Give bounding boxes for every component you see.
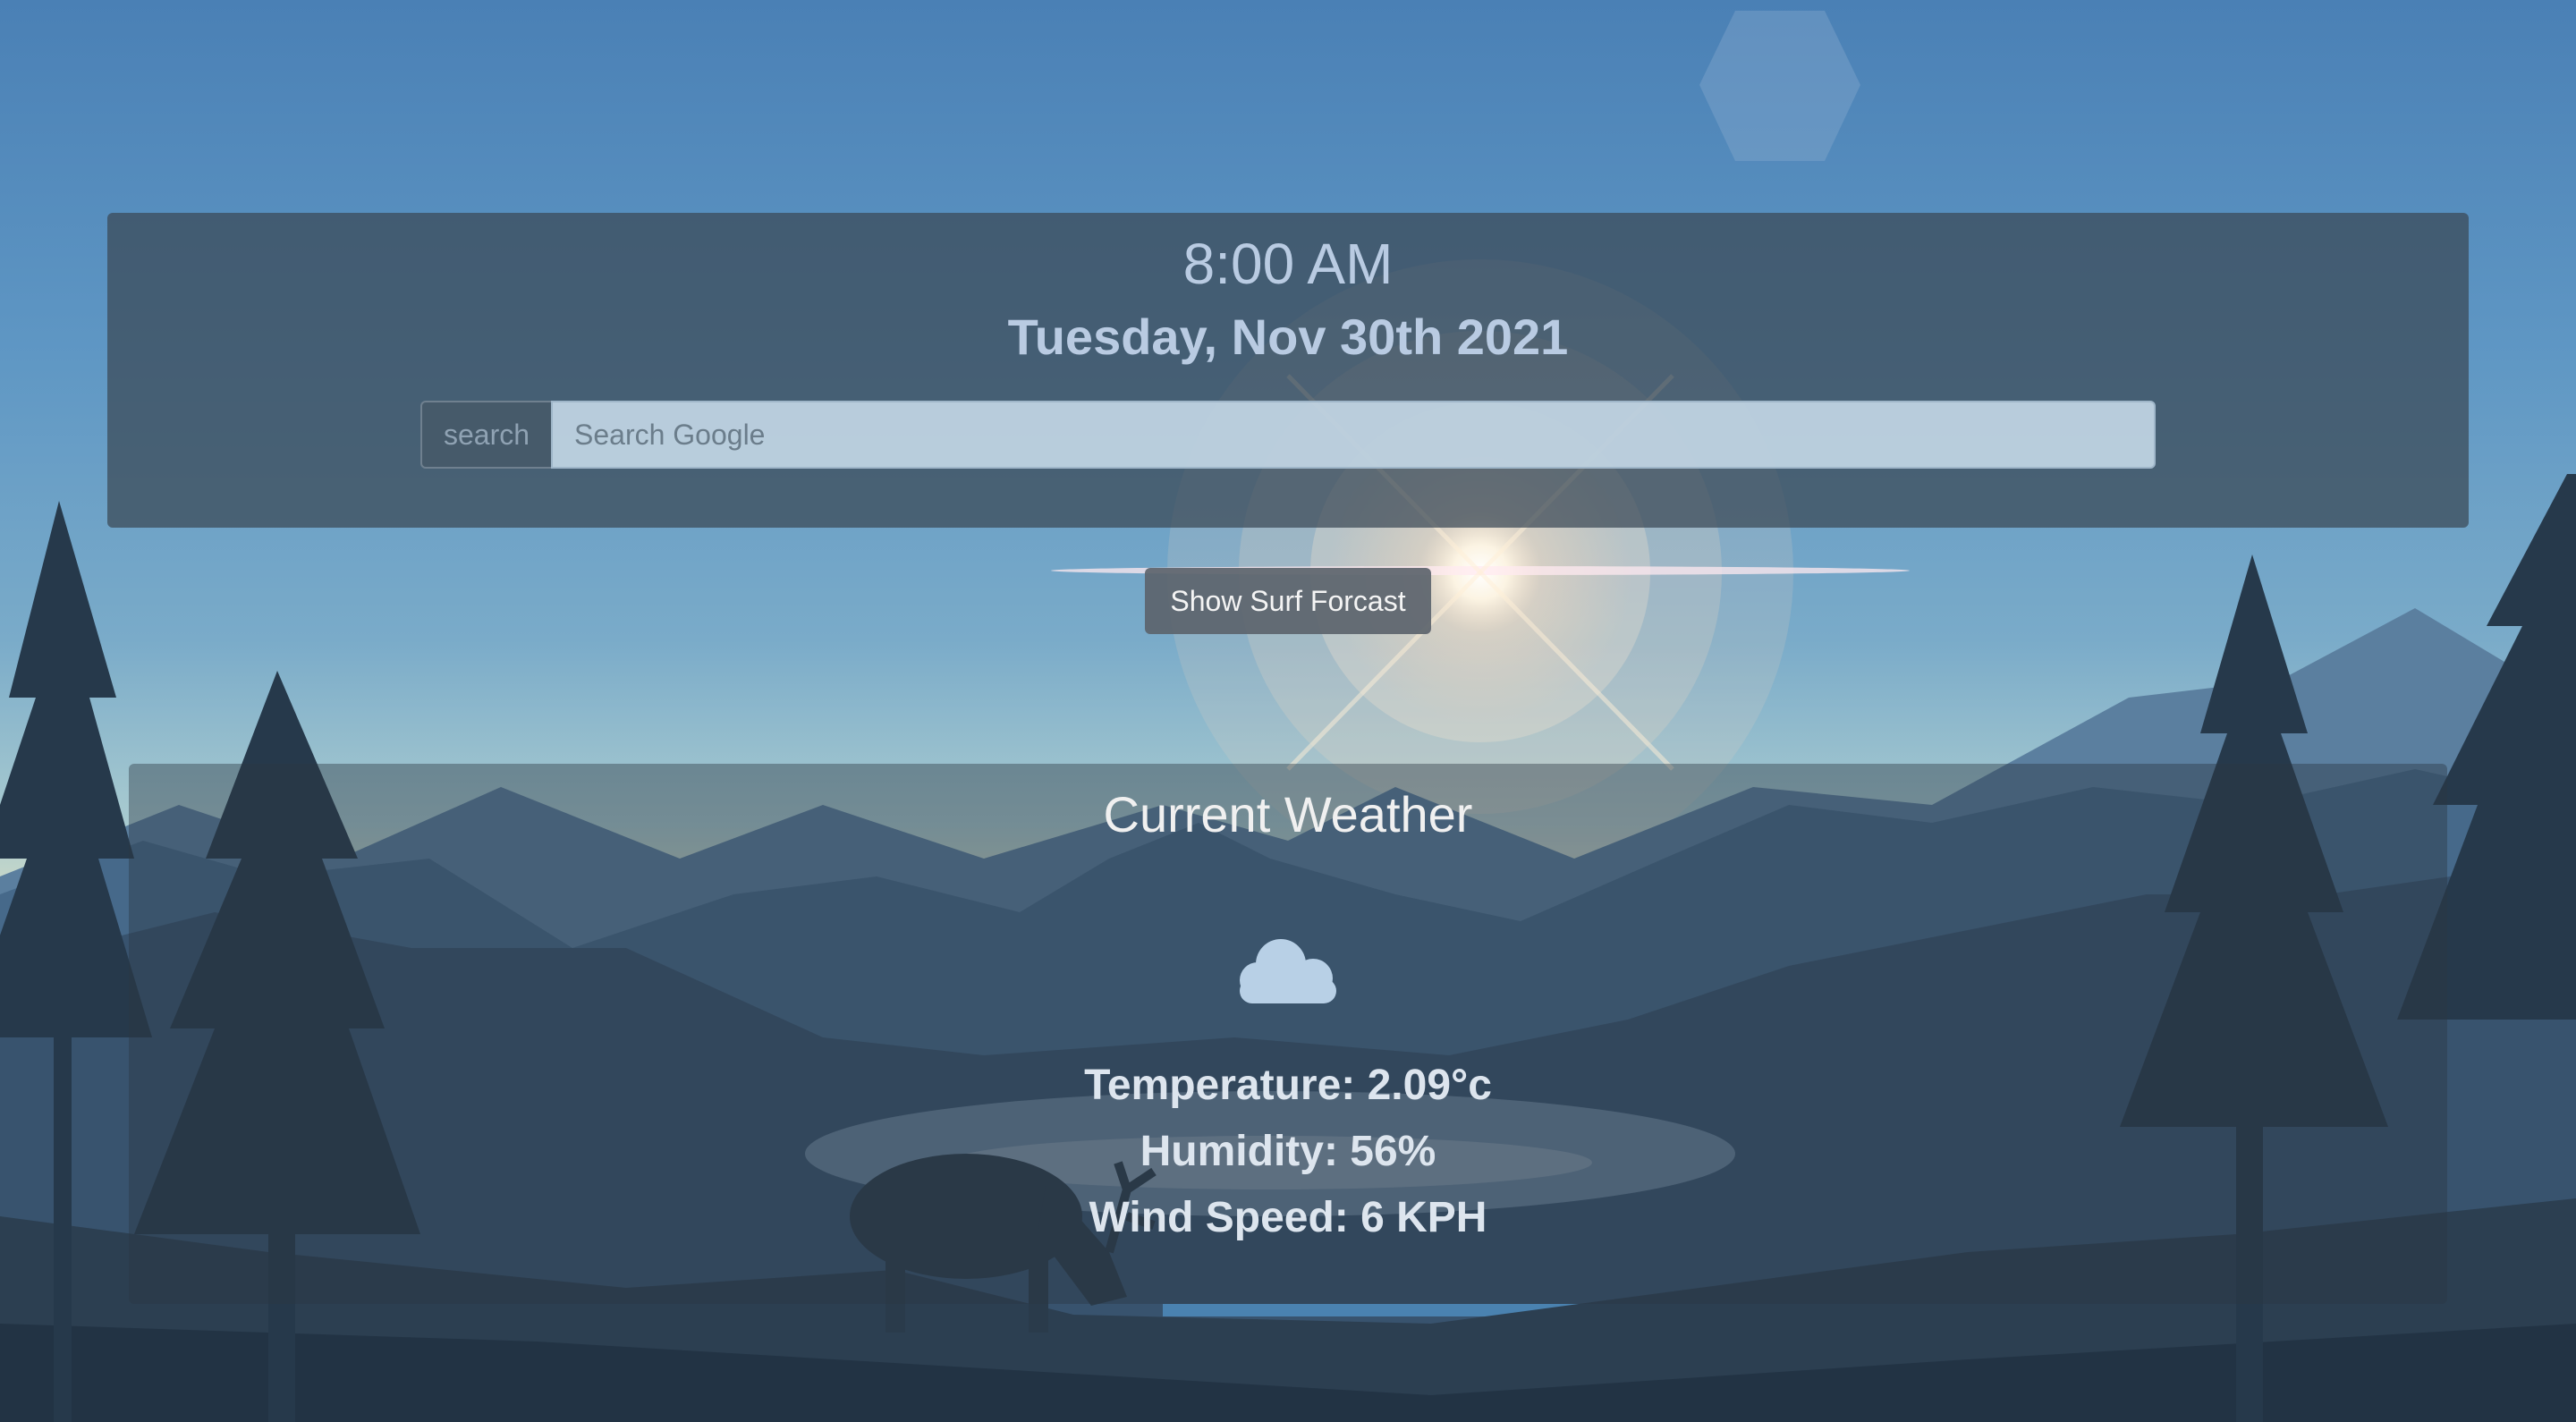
weather-panel: Current Weather Temperature: 2.09°c Humi…: [129, 764, 2447, 1304]
current-time: 8:00 AM: [1182, 232, 1394, 296]
cloud-icon: [1240, 939, 1336, 1003]
weather-title: Current Weather: [1103, 786, 1473, 842]
search-bar: search: [420, 401, 2156, 469]
search-label: search: [420, 401, 551, 469]
temperature-readout: Temperature: 2.09°c: [1084, 1062, 1492, 1109]
page-background: 8:00 AM Tuesday, Nov 30th 2021 search Sh…: [0, 0, 2576, 1422]
header-panel: 8:00 AM Tuesday, Nov 30th 2021 search: [107, 213, 2469, 528]
show-surf-forecast-button[interactable]: Show Surf Forcast: [1145, 568, 1431, 634]
humidity-readout: Humidity: 56%: [1140, 1128, 1436, 1175]
current-date: Tuesday, Nov 30th 2021: [1007, 309, 1569, 365]
lens-flare-hexagon: [1699, 11, 1860, 161]
search-input[interactable]: [551, 401, 2156, 469]
wind-speed-readout: Wind Speed: 6 KPH: [1089, 1194, 1487, 1241]
